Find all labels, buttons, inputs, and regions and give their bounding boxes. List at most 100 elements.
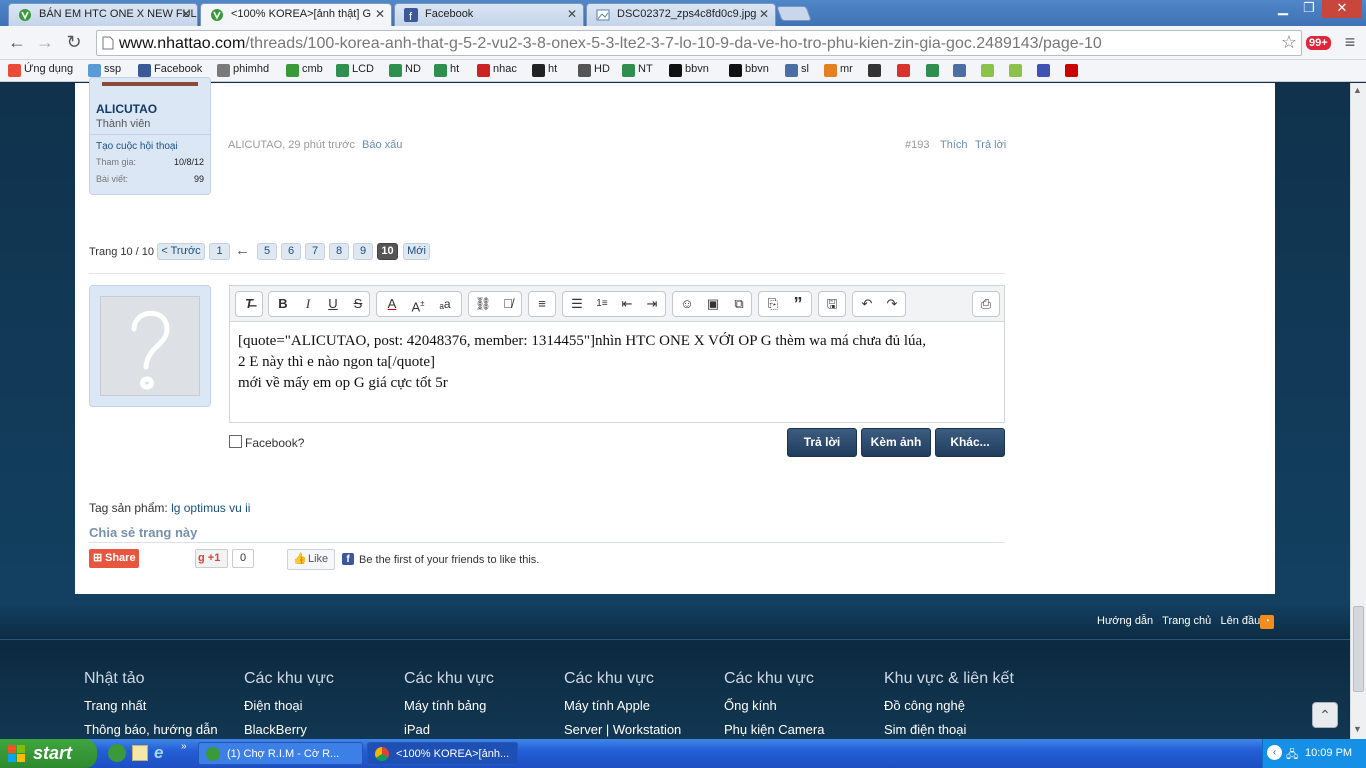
page-6-button[interactable]: 6 bbox=[281, 243, 301, 260]
editor-text-area[interactable]: [quote="ALICUTAO, post: 42048376, member… bbox=[238, 331, 998, 394]
newest-page-button[interactable]: Mới bbox=[403, 243, 430, 260]
redo-icon[interactable]: ↷ bbox=[881, 295, 903, 313]
footer-top-link[interactable]: Lên đầu bbox=[1220, 615, 1260, 627]
browser-tab-2[interactable]: <100% KOREA>[ảnh thật] G ✕ bbox=[200, 3, 392, 27]
page-7-button[interactable]: 7 bbox=[305, 243, 325, 260]
image-icon[interactable]: ▣ bbox=[702, 295, 724, 313]
bookmark-item[interactable]: Facebook bbox=[136, 63, 202, 77]
unlink-icon[interactable]: ⛓̸ bbox=[497, 295, 519, 313]
start-button[interactable]: start bbox=[0, 739, 97, 768]
minimize-window-icon[interactable]: ▁ bbox=[1270, 0, 1296, 18]
bookmark-item[interactable]: ND bbox=[387, 63, 421, 77]
bookmark-item[interactable]: nhac bbox=[475, 63, 517, 77]
scrollbar-thumb[interactable] bbox=[1353, 606, 1364, 692]
page-8-button[interactable]: 8 bbox=[329, 243, 349, 260]
submit-reply-button[interactable]: Trả lời bbox=[787, 428, 857, 457]
link-icon[interactable]: ⛓ bbox=[472, 295, 494, 313]
page-1-button[interactable]: 1 bbox=[209, 243, 230, 260]
facebook-like-button[interactable]: 👍 Like bbox=[287, 549, 335, 570]
bookmark-item[interactable]: HD bbox=[576, 63, 610, 77]
reply-link[interactable]: Trả lời bbox=[975, 139, 1006, 151]
font-family-icon[interactable]: ₐa bbox=[434, 295, 456, 313]
bookmark-item[interactable]: ht bbox=[530, 63, 557, 77]
page-scrollbar[interactable]: ▲ ▼ bbox=[1350, 83, 1366, 739]
scroll-up-icon[interactable]: ▲ bbox=[1353, 85, 1362, 95]
forward-arrow-icon[interactable]: → bbox=[33, 31, 57, 55]
scroll-down-icon[interactable]: ▼ bbox=[1353, 724, 1362, 734]
tag-link[interactable]: lg optimus vu ii bbox=[171, 501, 250, 515]
strikethrough-icon[interactable]: S bbox=[347, 295, 369, 313]
italic-icon[interactable]: I bbox=[297, 295, 319, 313]
underline-icon[interactable]: U bbox=[322, 295, 344, 313]
bookmark-item[interactable]: sl bbox=[783, 63, 809, 77]
bookmark-item[interactable]: NT bbox=[620, 63, 653, 77]
network-icon[interactable]: 🖧 bbox=[1286, 746, 1298, 765]
tab-close-icon[interactable]: ✕ bbox=[759, 7, 769, 21]
font-color-icon[interactable]: A bbox=[381, 295, 403, 313]
media-icon[interactable]: ⧉ bbox=[728, 295, 750, 313]
quicklaunch-more-icon[interactable]: » bbox=[181, 741, 187, 752]
footer-link[interactable]: Trang nhất bbox=[84, 694, 254, 718]
quote-icon[interactable]: ” bbox=[787, 295, 809, 313]
browser-tab-3[interactable]: f Facebook ✕ bbox=[394, 3, 584, 26]
bold-icon[interactable]: B bbox=[272, 295, 294, 313]
post-username[interactable]: ALICUTAO bbox=[96, 102, 157, 116]
report-link[interactable]: Báo xấu bbox=[362, 139, 402, 151]
numbered-list-icon[interactable]: 1≡ bbox=[591, 295, 613, 313]
quicklaunch-coccoc-icon[interactable] bbox=[108, 744, 126, 762]
bookmark-item[interactable]: phimhd bbox=[215, 63, 269, 77]
undo-icon[interactable]: ↶ bbox=[856, 295, 878, 313]
attach-image-button[interactable]: Kèm ảnh bbox=[861, 428, 931, 457]
tray-expand-icon[interactable]: ‹ bbox=[1267, 745, 1282, 760]
bullet-list-icon[interactable]: ☰ bbox=[566, 295, 588, 313]
tab-close-icon[interactable]: ✕ bbox=[375, 7, 385, 21]
rss-icon[interactable]: ◔ bbox=[1260, 615, 1274, 629]
footer-home-link[interactable]: Trang chủ bbox=[1162, 615, 1211, 627]
scroll-top-button[interactable]: ⌃ bbox=[1312, 702, 1338, 728]
bookmark-item[interactable]: ssp bbox=[86, 63, 121, 77]
prev-page-button[interactable]: < Trước bbox=[157, 243, 205, 260]
google-plus-button[interactable]: g +1 bbox=[195, 549, 228, 568]
post-meta-author[interactable]: ALICUTAO, 29 phút trước bbox=[228, 139, 355, 151]
quicklaunch-notepad-icon[interactable] bbox=[132, 745, 148, 761]
footer-link[interactable]: Đồ công nghệ bbox=[884, 694, 1054, 718]
bookmark-item[interactable]: bbvn bbox=[727, 63, 769, 77]
close-window-icon[interactable]: ✕ bbox=[1322, 0, 1362, 18]
extension-icon[interactable]: 99+ bbox=[1306, 31, 1331, 55]
indent-icon[interactable]: ⇥ bbox=[641, 295, 663, 313]
page-5-button[interactable]: 5 bbox=[257, 243, 277, 260]
more-options-button[interactable]: Khác... bbox=[935, 428, 1005, 457]
back-arrow-icon[interactable]: ← bbox=[5, 31, 29, 55]
footer-link[interactable]: Máy tính bảng bbox=[404, 694, 574, 718]
bookmark-item[interactable]: bbvn bbox=[667, 63, 709, 77]
quicklaunch-ie-icon[interactable]: e bbox=[154, 743, 163, 763]
code-icon[interactable]: ⎘ bbox=[762, 295, 784, 313]
footer-help-link[interactable]: Hướng dẫn bbox=[1097, 615, 1153, 627]
bookmark-item[interactable]: mr bbox=[822, 63, 853, 77]
taskbar-task-chrome[interactable]: <100% KOREA>[ảnh... bbox=[367, 742, 518, 765]
align-icon[interactable]: ≡ bbox=[531, 295, 553, 313]
outdent-icon[interactable]: ⇤ bbox=[616, 295, 638, 313]
taskbar-task-coccoc[interactable]: (1) Chợ R.I.M - Cờ R... bbox=[198, 742, 363, 765]
share-button[interactable]: ⊞ Share bbox=[89, 549, 139, 568]
smiley-icon[interactable]: ☺ bbox=[676, 295, 698, 313]
toggle-bbcode-icon[interactable]: ⎙ bbox=[975, 295, 997, 313]
address-bar[interactable]: www.nhattao.com/threads/100-korea-anh-th… bbox=[96, 30, 1302, 56]
browser-tab-4[interactable]: DSC02372_zps4c8fd0c9.jpg ✕ bbox=[586, 3, 776, 26]
start-conversation-link[interactable]: Tạo cuộc hội thoại bbox=[96, 141, 178, 152]
bookmark-star-icon[interactable]: ☆ bbox=[1281, 32, 1297, 53]
bookmark-item[interactable]: LCD bbox=[334, 63, 374, 77]
reload-icon[interactable]: ↻ bbox=[62, 31, 86, 55]
facebook-checkbox[interactable] bbox=[229, 435, 242, 448]
save-draft-icon[interactable]: 🖫 bbox=[821, 295, 843, 313]
browser-tab-1[interactable]: BÁN EM HTC ONE X NEW FUL ✕ bbox=[8, 3, 198, 26]
tab-close-icon[interactable]: ✕ bbox=[567, 7, 577, 21]
bookmark-item[interactable]: cmb bbox=[284, 63, 323, 77]
footer-link[interactable]: Ống kính bbox=[724, 694, 894, 718]
page-10-current[interactable]: 10 bbox=[377, 243, 398, 260]
like-link[interactable]: Thích bbox=[940, 139, 968, 151]
footer-link[interactable]: Điện thoại bbox=[244, 694, 414, 718]
footer-link[interactable]: Máy tính Apple bbox=[564, 694, 734, 718]
font-size-icon[interactable]: A± bbox=[407, 295, 429, 314]
bookmark-item[interactable]: Ứng dụng bbox=[6, 63, 73, 77]
